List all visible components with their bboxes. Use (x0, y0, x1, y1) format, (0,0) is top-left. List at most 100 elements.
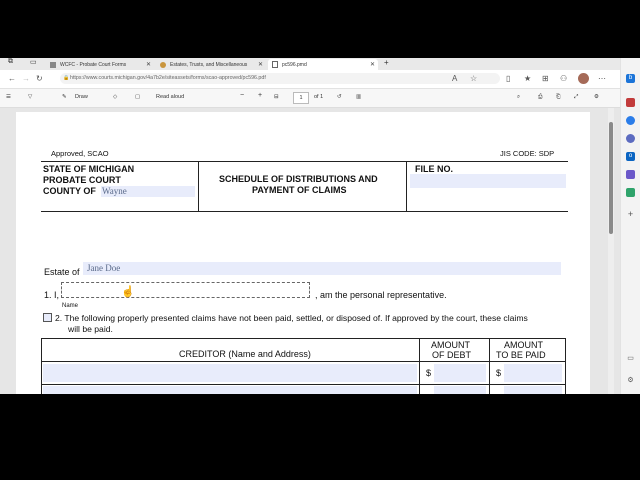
estate-name-value: Jane Doe (87, 263, 121, 273)
outlook-icon[interactable]: o (626, 152, 635, 161)
tab-wcfc[interactable]: WCFC - Probate Court Forms ✕ (46, 59, 154, 70)
rule (419, 338, 420, 394)
name-caption: Name (62, 303, 79, 309)
amount-debt-header-1: AMOUNT (431, 340, 470, 350)
print-icon[interactable]: ⎙ (538, 94, 542, 101)
back-icon[interactable]: ← (8, 74, 16, 83)
eraser-icon[interactable]: ◇ (113, 94, 117, 100)
file-no-field[interactable] (410, 174, 566, 188)
highlight-icon[interactable]: ▽ (28, 94, 32, 100)
favorite-star-icon[interactable]: ☆ (470, 74, 477, 83)
pointer-hand-icon: ☝ (121, 286, 135, 298)
add-sidebar-icon[interactable]: + (626, 210, 635, 219)
close-tab-icon[interactable]: ✕ (258, 61, 263, 68)
amount-paid-header-2: TO BE PAID (496, 350, 546, 360)
games-icon[interactable] (626, 134, 635, 143)
amount-paid-field[interactable] (504, 386, 562, 394)
item1-suffix: , am the personal representative. (315, 290, 447, 300)
edge-sidebar: b o + ▭ ⚙ (620, 58, 640, 394)
workspaces-icon[interactable]: ⧉ (8, 58, 13, 66)
personal-rep-name-field[interactable]: ☝ (61, 282, 310, 298)
court-name: PROBATE COURT (43, 175, 121, 185)
tools-icon[interactable] (626, 116, 635, 125)
item2-text-line2: will be paid. (68, 324, 113, 334)
url-field[interactable]: 🔒 https://www.courts.michigan.gov/4a7b2e… (60, 73, 500, 84)
forward-icon[interactable]: → (22, 74, 30, 83)
creditor-field[interactable] (43, 364, 417, 382)
read-aloud-icon[interactable]: ▢ (135, 94, 140, 100)
office-icon[interactable] (626, 170, 635, 179)
form-title-line1: SCHEDULE OF DISTRIBUTIONS AND (219, 174, 378, 184)
amount-paid-field[interactable] (504, 364, 562, 382)
zoom-out-button[interactable]: − (240, 92, 244, 99)
page-view-icon[interactable]: ▥ (356, 94, 361, 100)
pdf-viewer[interactable]: Approved, SCAO JIS CODE: SDP STATE OF MI… (0, 108, 620, 394)
page-total: of 1 (314, 94, 324, 100)
rotate-icon[interactable]: ↺ (337, 94, 342, 100)
item1-label: 1. I, (44, 290, 60, 300)
page-number-input[interactable]: 1 (293, 92, 309, 104)
estate-name-field[interactable]: Jane Doe (83, 262, 561, 275)
new-tab-button[interactable]: + (384, 58, 389, 67)
creditor-field[interactable] (43, 386, 417, 394)
rule (198, 161, 199, 211)
profile-avatar[interactable] (578, 73, 589, 84)
pdf-search-icon[interactable]: ⌕ (517, 94, 520, 101)
close-tab-icon[interactable]: ✕ (146, 61, 151, 68)
creditor-header: CREDITOR (Name and Address) (179, 349, 311, 359)
fullscreen-icon[interactable]: ⤢ (574, 94, 578, 101)
split-screen-icon[interactable]: ▯ (506, 74, 510, 83)
tab-strip: ⧉ ▭ WCFC - Probate Court Forms ✕ Estates… (0, 58, 620, 70)
draw-button[interactable]: Draw (75, 94, 88, 100)
amount-debt-field[interactable] (434, 364, 486, 382)
court-seal-icon (160, 61, 166, 68)
tab-label: Estates, Trusts, and Miscellaneous (170, 61, 248, 68)
fit-page-icon[interactable]: ⊟ (274, 94, 279, 100)
save-icon[interactable]: ⎗ (556, 94, 560, 101)
extensions-icon[interactable]: ⚇ (560, 74, 567, 83)
jis-code: JIS CODE: SDP (500, 149, 555, 158)
county-field[interactable]: Wayne (101, 186, 195, 197)
contents-icon[interactable]: ☰ (6, 94, 11, 100)
amount-debt-field[interactable] (434, 386, 486, 394)
rule (41, 211, 568, 212)
estate-of-label: Estate of (44, 267, 80, 277)
collections-icon[interactable]: ⊞ (542, 74, 549, 83)
browser-window: ⧉ ▭ WCFC - Probate Court Forms ✕ Estates… (0, 58, 640, 394)
close-tab-icon[interactable]: ✕ (370, 61, 375, 68)
page-icon (50, 61, 56, 68)
tab-label: WCFC - Probate Court Forms (60, 61, 127, 68)
tab-actions-icon[interactable]: ▭ (30, 58, 37, 66)
rule (41, 384, 566, 385)
favorites-icon[interactable]: ★ (524, 74, 531, 83)
file-no-label: FILE NO. (415, 164, 453, 174)
drop-icon[interactable] (626, 188, 635, 197)
form-title-line2: PAYMENT OF CLAIMS (252, 185, 347, 195)
more-menu-icon[interactable]: ⋯ (598, 74, 606, 83)
scrollbar-thumb[interactable] (609, 122, 613, 234)
address-bar-row: ← → ↻ 🔒 https://www.courts.michigan.gov/… (0, 70, 620, 89)
shopping-icon[interactable] (626, 98, 635, 107)
draw-icon[interactable]: ✎ (62, 94, 67, 100)
tab-estates[interactable]: Estates, Trusts, and Miscellaneous ✕ (156, 59, 266, 70)
read-mode-icon[interactable]: A (452, 74, 457, 83)
county-label: COUNTY OF (43, 186, 96, 196)
refresh-icon[interactable]: ↻ (36, 74, 43, 83)
pdf-settings-icon[interactable]: ⚙ (594, 94, 599, 100)
tab-pdf[interactable]: pc596.pmd ✕ (268, 59, 378, 70)
rule (406, 161, 407, 211)
amount-paid-header-1: AMOUNT (504, 340, 543, 350)
pdf-toolbar: ☰ ▽ ✎ Draw ◇ ▢ Read aloud − + ⊟ 1 of 1 ↺… (0, 89, 620, 108)
bing-chat-icon[interactable]: b (626, 74, 635, 83)
hide-sidebar-icon[interactable]: ▭ (626, 354, 635, 363)
rule (41, 338, 566, 339)
sidebar-settings-icon[interactable]: ⚙ (626, 376, 635, 385)
zoom-in-button[interactable]: + (258, 92, 262, 99)
claims-checkbox[interactable] (43, 313, 52, 322)
read-aloud-button[interactable]: Read aloud (156, 94, 184, 100)
approval-text: Approved, SCAO (51, 149, 109, 158)
lock-icon: 🔒 (63, 75, 70, 81)
vertical-scrollbar[interactable] (608, 108, 614, 394)
rule (489, 338, 490, 394)
tab-label: pc596.pmd (282, 61, 307, 68)
